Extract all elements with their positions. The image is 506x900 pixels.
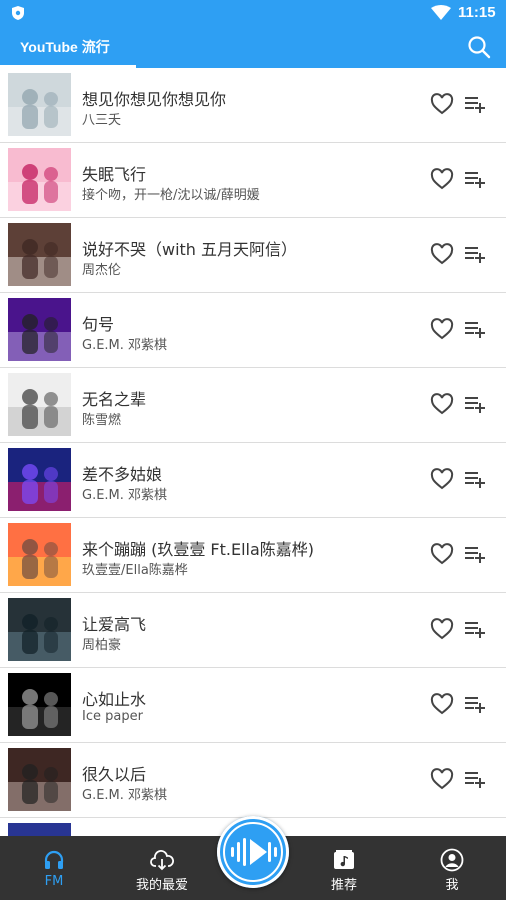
- nav-me[interactable]: 我: [412, 836, 492, 900]
- add-to-playlist-icon[interactable]: [464, 545, 486, 565]
- album-cover: [8, 823, 71, 836]
- favorite-heart-icon[interactable]: [430, 693, 454, 715]
- nav-fm[interactable]: FM: [14, 836, 94, 900]
- song-artist: 接个吻，开一枪/沈以诚/薛明媛: [82, 188, 260, 203]
- favorite-heart-icon[interactable]: [430, 543, 454, 565]
- favorite-heart-icon[interactable]: [430, 618, 454, 640]
- nav-favorites[interactable]: 我的最爱: [122, 836, 202, 900]
- song-title: 句号: [82, 315, 115, 334]
- album-cover: [8, 73, 71, 136]
- add-to-playlist-icon[interactable]: [464, 245, 486, 265]
- song-artist: G.E.M. 邓紫棋: [82, 488, 168, 503]
- add-to-playlist-icon[interactable]: [464, 170, 486, 190]
- play-button[interactable]: [217, 816, 289, 888]
- song-artist: G.E.M. 邓紫棋: [82, 788, 168, 803]
- song-title: 说好不哭（with 五月天阿信）: [82, 240, 298, 259]
- song-row[interactable]: 差不多姑娘 G.E.M. 邓紫棋: [0, 443, 506, 518]
- add-to-playlist-icon[interactable]: [464, 95, 486, 115]
- nav-fm-label: FM: [44, 874, 64, 889]
- nav-recommend[interactable]: 推荐: [304, 836, 384, 900]
- tab-label: YouTube 流行: [20, 39, 110, 55]
- song-artist: Ice paper: [82, 709, 143, 724]
- song-title: 差不多姑娘: [82, 465, 163, 484]
- album-cover: [8, 223, 71, 286]
- app-bar: YouTube 流行: [0, 26, 506, 68]
- clock: 11:15: [458, 4, 496, 21]
- song-artist: G.E.M. 邓紫棋: [82, 338, 168, 353]
- audio-wave-play-icon: [231, 838, 277, 866]
- song-list[interactable]: 想见你想见你想见你八三夭失眠飞行接个吻，开一枪/沈以诚/薛明媛说好不哭（with…: [0, 68, 506, 836]
- nav-recommend-label: 推荐: [330, 878, 357, 893]
- song-title: 让爱高飞: [82, 615, 147, 634]
- song-row[interactable]: 说好不哭（with 五月天阿信） 周杰伦: [0, 218, 506, 293]
- song-row[interactable]: 来个蹦蹦 (玖壹壹 Ft.Ella陈嘉桦) 玖壹壹/Ella陈嘉桦: [0, 518, 506, 593]
- album-cover: [8, 598, 71, 661]
- search-icon[interactable]: [466, 34, 492, 60]
- song-row[interactable]: 无名之辈 陈雪燃: [0, 368, 506, 443]
- status-bar: 11:15: [0, 0, 506, 26]
- song-title: 来个蹦蹦 (玖壹壹 Ft.Ella陈嘉桦): [82, 540, 315, 559]
- song-row[interactable]: 让爱高飞 周柏豪: [0, 593, 506, 668]
- song-artist: 玖壹壹/Ella陈嘉桦: [82, 563, 188, 578]
- favorite-heart-icon[interactable]: [430, 768, 454, 790]
- song-artist: 周杰伦: [82, 263, 122, 278]
- add-to-playlist-icon[interactable]: [464, 395, 486, 415]
- song-artist: 周柏豪: [82, 638, 122, 653]
- song-row[interactable]: 很久以后 G.E.M. 邓紫棋: [0, 743, 506, 818]
- song-artist: 八三夭: [82, 113, 122, 128]
- album-cover: [8, 448, 71, 511]
- album-cover: [8, 148, 71, 211]
- song-title: 失眠飞行: [82, 165, 147, 184]
- song-title: 心如止水: [82, 690, 147, 709]
- album-cover: [8, 673, 71, 736]
- album-cover: [8, 523, 71, 586]
- tab-youtube-trending[interactable]: YouTube 流行: [0, 26, 136, 68]
- song-artist: 陈雪燃: [82, 413, 122, 428]
- song-row[interactable]: 失眠飞行接个吻，开一枪/沈以诚/薛明媛: [0, 143, 506, 218]
- favorite-heart-icon[interactable]: [430, 468, 454, 490]
- add-to-playlist-icon[interactable]: [464, 470, 486, 490]
- favorite-heart-icon[interactable]: [430, 168, 454, 190]
- album-cover: [8, 373, 71, 436]
- favorite-heart-icon[interactable]: [430, 93, 454, 115]
- nav-me-label: 我: [445, 878, 459, 893]
- album-cover: [8, 748, 71, 811]
- headphones-icon: [44, 850, 64, 869]
- song-title: 无名之辈: [82, 390, 147, 409]
- favorite-heart-icon[interactable]: [430, 243, 454, 265]
- wifi-icon: [431, 5, 451, 20]
- music-note-icon: [334, 850, 354, 869]
- shield-icon: [12, 6, 24, 20]
- song-row[interactable]: 句号 G.E.M. 邓紫棋: [0, 293, 506, 368]
- add-to-playlist-icon[interactable]: [464, 695, 486, 715]
- album-cover: [8, 298, 71, 361]
- song-row[interactable]: 心如止水 Ice paper: [0, 668, 506, 743]
- user-icon: [440, 848, 464, 872]
- song-title: 很久以后: [82, 765, 147, 784]
- add-to-playlist-icon[interactable]: [464, 320, 486, 340]
- song-row[interactable]: 想见你想见你想见你八三夭: [0, 68, 506, 143]
- song-title: 想见你想见你想见你: [82, 90, 227, 109]
- nav-favorites-label: 我的最爱: [135, 878, 188, 893]
- favorite-heart-icon[interactable]: [430, 393, 454, 415]
- add-to-playlist-icon[interactable]: [464, 770, 486, 790]
- cloud-download-icon: [150, 850, 174, 871]
- add-to-playlist-icon[interactable]: [464, 620, 486, 640]
- favorite-heart-icon[interactable]: [430, 318, 454, 340]
